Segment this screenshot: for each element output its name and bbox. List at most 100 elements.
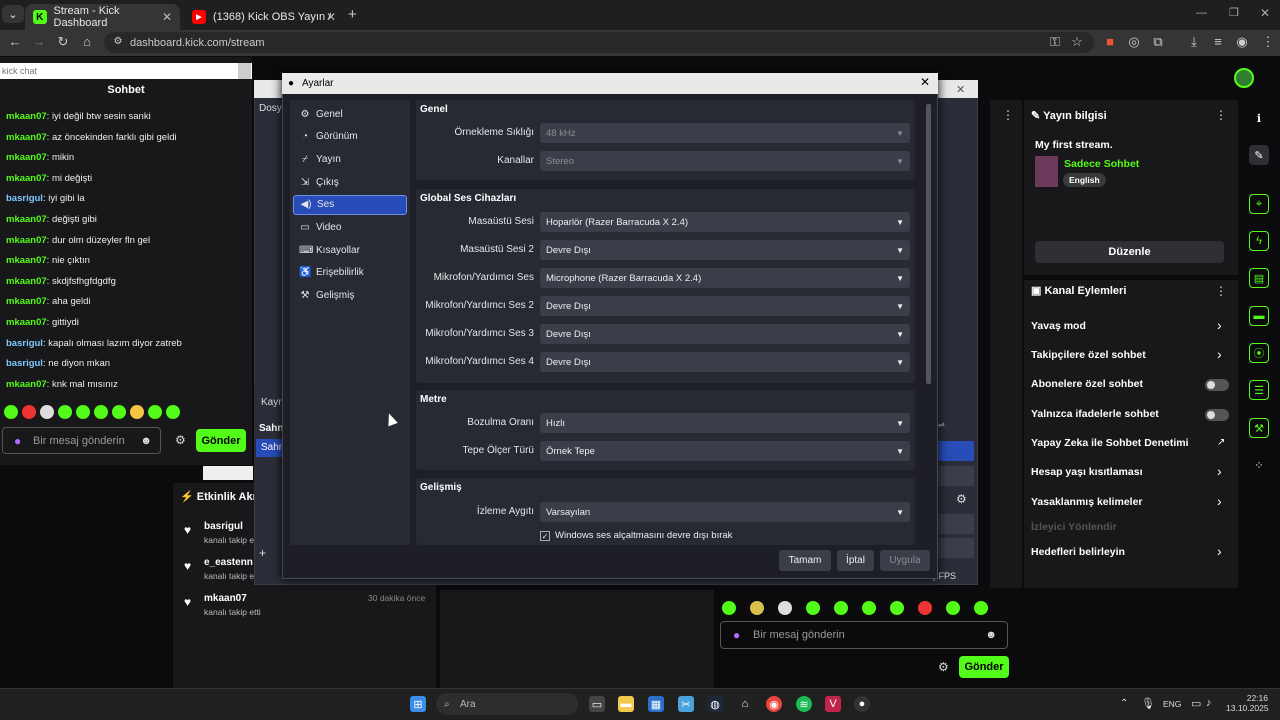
wrench-icon[interactable]: ⚒ <box>1249 418 1269 438</box>
close-window-icon[interactable]: ✕ <box>1260 6 1270 20</box>
chevron-down-icon[interactable]: ▼ <box>896 330 904 339</box>
emote-icon[interactable] <box>890 601 904 615</box>
disable-ducking-checkbox[interactable]: ✓ Windows ses alçaltmasını devre dışı bı… <box>540 530 732 541</box>
dropdown-select[interactable]: Devre Dışı ▼ <box>540 296 910 316</box>
extension-circle-icon[interactable]: ◎ <box>1126 34 1142 50</box>
obs-selected-source[interactable] <box>938 441 974 461</box>
browser-menu-icon[interactable]: ⋮ <box>1260 34 1276 50</box>
volume-icon[interactable]: ♪ <box>1206 697 1212 709</box>
clock[interactable]: 22:16 13.10.2025 <box>1226 693 1269 713</box>
channel-action-item[interactable]: Hesap yaşı kısıtlaması <box>1031 466 1143 478</box>
chat-username[interactable]: basrigul <box>6 358 43 369</box>
chevron-right-icon[interactable]: › <box>1217 543 1222 559</box>
settings-nav-7[interactable]: ♿ Erişebilirlik <box>293 263 407 283</box>
steam-icon[interactable]: ◍ <box>707 696 723 712</box>
settings-nav-1[interactable]: ◔ Görünüm <box>293 127 407 147</box>
password-key-icon[interactable]: ⚿ <box>1047 34 1063 50</box>
ok-button[interactable]: Tamam <box>779 550 831 571</box>
tray-language[interactable]: ENG <box>1163 699 1181 709</box>
center-chat-input[interactable]: ● Bir mesaj gönderin ☻ <box>720 621 1008 649</box>
channel-action-item[interactable]: Yalnızca ifadelerle sohbet <box>1031 408 1159 420</box>
layout-icon[interactable]: ☰ <box>1249 380 1269 400</box>
media-control-icon[interactable]: ≡ <box>1210 34 1226 50</box>
channel-action-item[interactable]: Hedefleri belirleyin <box>1031 546 1125 558</box>
close-tab-icon[interactable]: ✕ <box>326 10 336 24</box>
chevron-right-icon[interactable]: › <box>1217 346 1222 362</box>
emote-icon[interactable] <box>4 405 18 419</box>
clipboard-icon[interactable]: ▤ <box>1249 268 1269 288</box>
site-info-icon[interactable]: ⚙ <box>110 34 126 50</box>
emote-icon[interactable] <box>166 405 180 419</box>
chat-username[interactable]: mkaan07 <box>6 173 47 184</box>
obs-control-button[interactable] <box>938 538 974 558</box>
emote-icon[interactable] <box>22 405 36 419</box>
app-icon[interactable]: ⌂ <box>737 696 753 712</box>
chevron-down-icon[interactable]: ▼ <box>896 302 904 311</box>
user-avatar[interactable] <box>1234 68 1254 88</box>
store-icon[interactable]: ▦ <box>648 696 664 712</box>
obs-settings-gear-icon[interactable]: ⚙ <box>956 492 967 506</box>
chevron-down-icon[interactable]: ▼ <box>896 358 904 367</box>
emote-icon[interactable] <box>94 405 108 419</box>
dropdown-select[interactable]: 48 kHz ▼ <box>540 123 910 143</box>
network-icon[interactable]: ▭ <box>1191 697 1201 710</box>
chevron-down-icon[interactable]: ▼ <box>896 508 904 517</box>
windows-start-icon[interactable]: ⊞ <box>410 696 426 712</box>
chevron-right-icon[interactable]: › <box>1217 317 1222 333</box>
emote-icon[interactable] <box>974 601 988 615</box>
settings-nav-5[interactable]: ▭ Video <box>293 218 407 238</box>
chat-username[interactable]: mkaan07 <box>6 111 47 122</box>
channel-action-item[interactable]: Abonelere özel sohbet <box>1031 378 1143 390</box>
edit-stream-button[interactable]: Düzenle <box>1035 241 1224 263</box>
chevron-down-icon[interactable]: ▼ <box>896 274 904 283</box>
chat-message-input[interactable]: ● Bir mesaj gönderin ☻ <box>2 427 161 454</box>
chevron-down-icon[interactable]: ▼ <box>896 246 904 255</box>
channel-action-item[interactable]: Yavaş mod <box>1031 320 1086 332</box>
emote-icon[interactable] <box>862 601 876 615</box>
chevron-right-icon[interactable]: › <box>1217 493 1222 509</box>
tray-mic-icon[interactable]: 🎙 <box>1141 697 1155 710</box>
microphone-icon[interactable]: ● <box>14 434 21 448</box>
tab-kick-dashboard[interactable]: K Stream - Kick Dashboard ✕ <box>25 4 180 30</box>
tab-search-icon[interactable]: ⌄ <box>2 5 24 23</box>
chat-search-close[interactable] <box>238 63 251 79</box>
settings-close-icon[interactable]: ✕ <box>920 75 930 89</box>
extensions-puzzle-icon[interactable]: ⧉ <box>1150 34 1166 50</box>
emoji-icon[interactable]: ☻ <box>140 435 152 447</box>
chevron-down-icon[interactable]: ▼ <box>896 419 904 428</box>
forward-icon[interactable]: → <box>31 34 47 50</box>
broadcast-icon[interactable]: ⦿ <box>1249 343 1269 363</box>
new-tab-icon[interactable]: + <box>348 6 357 23</box>
toggle-switch[interactable] <box>1205 379 1229 391</box>
chat-username[interactable]: mkaan07 <box>6 214 47 225</box>
center-chat-send-button[interactable]: Gönder <box>959 656 1009 678</box>
settings-nav-6[interactable]: ⌨ Kısayollar <box>293 240 407 260</box>
obs-taskbar-icon[interactable]: ● <box>854 696 870 712</box>
chat-username[interactable]: mkaan07 <box>6 255 47 266</box>
close-tab-icon[interactable]: ✕ <box>162 10 172 24</box>
chevron-down-icon[interactable]: ▼ <box>896 157 904 166</box>
snipping-icon[interactable]: ✂ <box>678 696 694 712</box>
dropdown-select[interactable]: Microphone (Razer Barracuda X 2.4) ▼ <box>540 268 910 288</box>
emote-icon[interactable] <box>40 405 54 419</box>
file-explorer-icon[interactable]: ▬ <box>618 696 634 712</box>
chat-username[interactable]: basrigul <box>6 193 43 204</box>
back-icon[interactable]: ← <box>7 34 23 50</box>
dropdown-select[interactable]: Varsayılan ▼ <box>540 502 910 522</box>
center-chat-settings-icon[interactable]: ⚙ <box>938 660 949 674</box>
nodes-icon[interactable]: ⁘ <box>1249 455 1269 475</box>
emote-icon[interactable] <box>918 601 932 615</box>
cancel-button[interactable]: İptal <box>837 550 874 571</box>
settings-scrollbar[interactable] <box>926 104 931 384</box>
chevron-right-icon[interactable]: › <box>1217 463 1222 479</box>
lightning-icon[interactable]: ϟ <box>1249 231 1269 251</box>
chat-username[interactable]: mkaan07 <box>6 296 47 307</box>
dropdown-select[interactable]: Devre Dışı ▼ <box>540 324 910 344</box>
obs-scene-item[interactable]: Sahn <box>256 439 284 457</box>
settings-nav-4[interactable]: ◀) Ses <box>293 194 407 215</box>
bookmark-star-icon[interactable]: ☆ <box>1069 34 1085 50</box>
maximize-icon[interactable]: ❐ <box>1229 6 1239 19</box>
emoji-icon[interactable]: ☻ <box>985 629 997 641</box>
edit-pencil-icon[interactable]: ✎ <box>1249 145 1269 165</box>
chrome-icon[interactable]: ◉ <box>766 696 782 712</box>
